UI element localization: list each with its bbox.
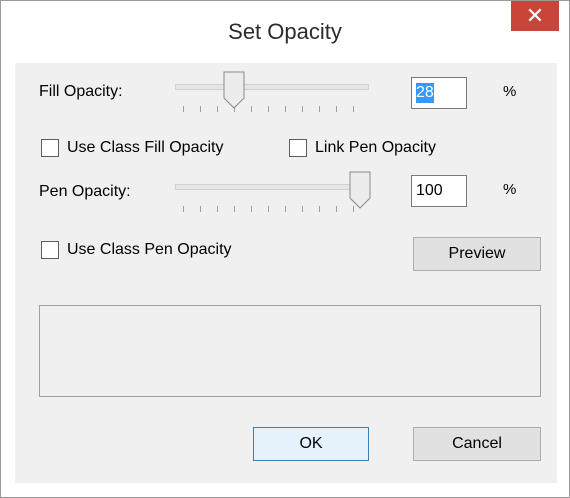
pen-opacity-label: Pen Opacity: [39,183,131,200]
dialog-client-area: Fill Opacity: 28 % Use Class Fill Opacit… [15,63,557,483]
pen-slider-thumb[interactable] [349,171,371,209]
pen-slider-track[interactable] [175,184,369,190]
fill-opacity-label: Fill Opacity: [39,83,123,100]
close-button[interactable]: ✕ [511,1,559,31]
fill-slider-thumb[interactable] [223,71,245,109]
link-pen-opacity-checkbox[interactable] [289,139,307,157]
link-pen-opacity-label[interactable]: Link Pen Opacity [315,139,436,157]
dialog-title: Set Opacity [228,19,342,44]
fill-slider-track[interactable] [175,84,369,90]
use-class-fill-opacity-checkbox[interactable] [41,139,59,157]
opacity-preview-area [39,305,541,397]
pen-opacity-value: 100 [416,182,443,199]
pen-opacity-input[interactable]: 100 [411,175,467,207]
preview-button[interactable]: Preview [413,237,541,271]
pen-percent-label: % [503,181,517,198]
close-icon: ✕ [525,3,545,28]
use-class-fill-opacity-label[interactable]: Use Class Fill Opacity [67,139,223,157]
pen-slider-ticks [175,206,367,214]
use-class-pen-opacity-label[interactable]: Use Class Pen Opacity [67,241,232,259]
cancel-button[interactable]: Cancel [413,427,541,461]
fill-opacity-input[interactable]: 28 [411,77,467,109]
fill-opacity-value: 28 [416,83,434,103]
fill-slider-ticks [175,106,367,114]
title-bar[interactable]: Set Opacity ✕ [1,1,569,63]
set-opacity-dialog: Set Opacity ✕ Fill Opacity: 28 % Use Cla… [0,0,570,498]
ok-button[interactable]: OK [253,427,369,461]
use-class-pen-opacity-checkbox[interactable] [41,241,59,259]
fill-percent-label: % [503,83,517,100]
